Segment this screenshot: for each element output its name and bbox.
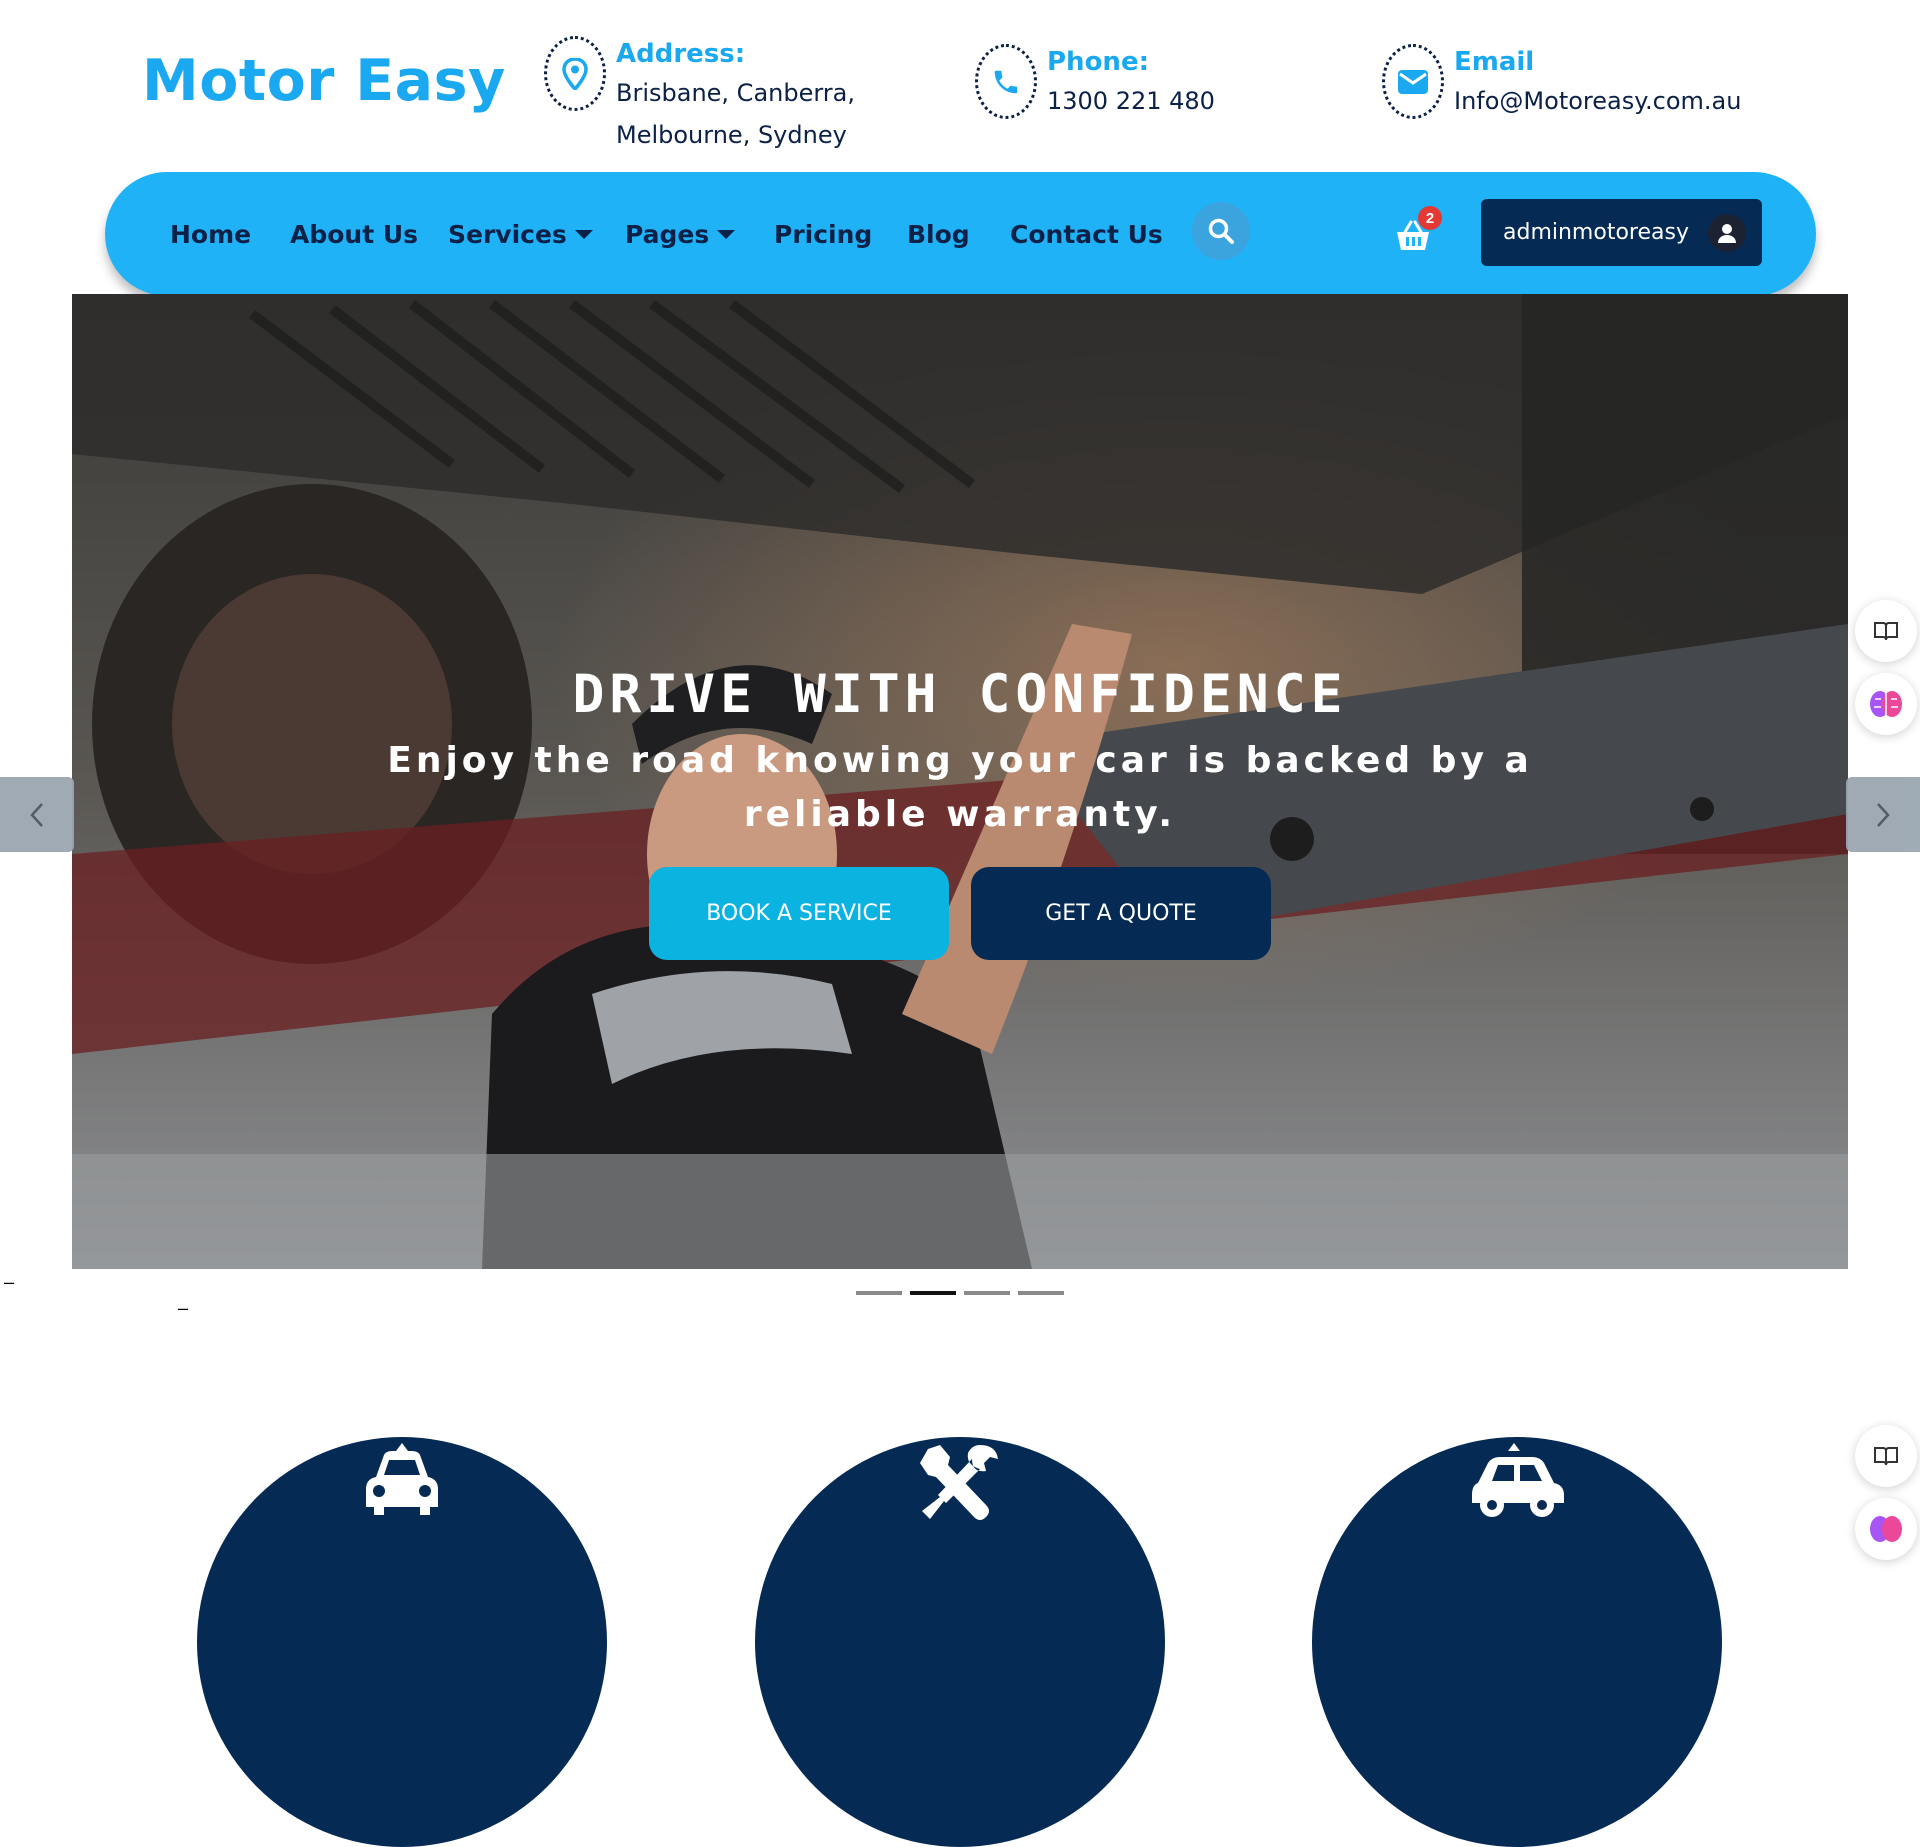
slider-next-button[interactable] [1846, 777, 1920, 852]
nav-about-us[interactable]: About Us [290, 220, 418, 249]
nav-blog-label: Blog [907, 220, 970, 249]
brain-icon [1870, 691, 1902, 717]
user-icon [1708, 214, 1746, 252]
chevron-left-icon [30, 802, 43, 827]
ai-assistant-button[interactable] [1855, 673, 1917, 735]
phone-icon [975, 44, 1037, 119]
chevron-down-icon [717, 230, 736, 239]
nav-pages[interactable]: Pages [625, 220, 736, 249]
hero-slider: DRIVE WITH CONFIDENCE Enjoy the road kno… [72, 294, 1848, 1269]
nav-home[interactable]: Home [170, 220, 251, 249]
nav-blog[interactable]: Blog [907, 220, 970, 249]
nav-pricing-label: Pricing [774, 220, 873, 249]
reader-mode-button-2[interactable] [1855, 1425, 1917, 1487]
brain-icon [1870, 1516, 1902, 1542]
slide-indicator-1[interactable] [856, 1291, 902, 1295]
stray-dash: – [4, 1272, 15, 1292]
email-address[interactable]: Info@Motoreasy.com.au [1454, 80, 1741, 122]
wrench-screwdriver-icon [920, 1445, 998, 1520]
stray-dash: – [178, 1298, 189, 1318]
nav-pages-label: Pages [625, 220, 710, 249]
chevron-right-icon [1877, 802, 1890, 827]
nav-contact-us-label: Contact Us [1010, 220, 1163, 249]
nav-about-us-label: About Us [290, 220, 419, 249]
envelope-icon [1382, 44, 1444, 119]
hero-title: DRIVE WITH CONFIDENCE [572, 664, 1348, 725]
nav-services-label: Services [448, 220, 567, 249]
address-line-2: Melbourne, Sydney [616, 121, 847, 149]
car-side-icon [1472, 1443, 1564, 1517]
slider-prev-button[interactable] [0, 777, 74, 852]
slider-indicators [856, 1291, 1072, 1295]
username-label: adminmotoreasy [1503, 220, 1689, 245]
nav-home-label: Home [170, 220, 252, 249]
nav-pricing[interactable]: Pricing [774, 220, 872, 249]
hero-subtitle: Enjoy the road knowing your car is backe… [387, 740, 1533, 835]
slide-indicator-2[interactable] [910, 1291, 956, 1295]
reader-mode-button[interactable] [1855, 600, 1917, 662]
book-icon [1874, 1447, 1898, 1466]
get-quote-button[interactable]: GET A QUOTE [971, 867, 1271, 960]
nav-services[interactable]: Services [448, 220, 593, 249]
email-label: Email [1454, 47, 1535, 77]
phone-number[interactable]: 1300 221 480 [1047, 80, 1215, 122]
slide-indicator-4[interactable] [1018, 1291, 1064, 1295]
nav-contact-us[interactable]: Contact Us [1010, 220, 1163, 249]
site-logo[interactable]: Motor Easy [142, 48, 506, 114]
cart-count-badge: 2 [1418, 206, 1442, 230]
search-icon [1208, 218, 1234, 244]
address-label: Address: [616, 39, 746, 69]
cart-button[interactable]: 2 [1393, 206, 1442, 256]
user-account-button[interactable]: adminmotoreasy [1481, 199, 1762, 266]
main-navbar: Home About Us Services Pages Pricing Blo… [105, 172, 1816, 296]
address-line-1: Brisbane, Canberra, [616, 79, 856, 107]
book-service-button[interactable]: BOOK A SERVICE [649, 867, 949, 960]
phone-label: Phone: [1047, 47, 1149, 77]
ai-assistant-button-2[interactable] [1855, 1498, 1917, 1560]
phone-block: Phone: 1300 221 480 [975, 44, 1215, 122]
address-block: Address: Brisbane, Canberra, Melbourne, … [544, 36, 855, 156]
map-pin-icon [544, 36, 606, 111]
slide-indicator-3[interactable] [964, 1291, 1010, 1295]
car-icon [366, 1443, 438, 1515]
book-icon [1874, 622, 1898, 641]
search-button[interactable] [1192, 202, 1250, 260]
email-block: Email Info@Motoreasy.com.au [1382, 44, 1741, 122]
chevron-down-icon [574, 230, 593, 239]
